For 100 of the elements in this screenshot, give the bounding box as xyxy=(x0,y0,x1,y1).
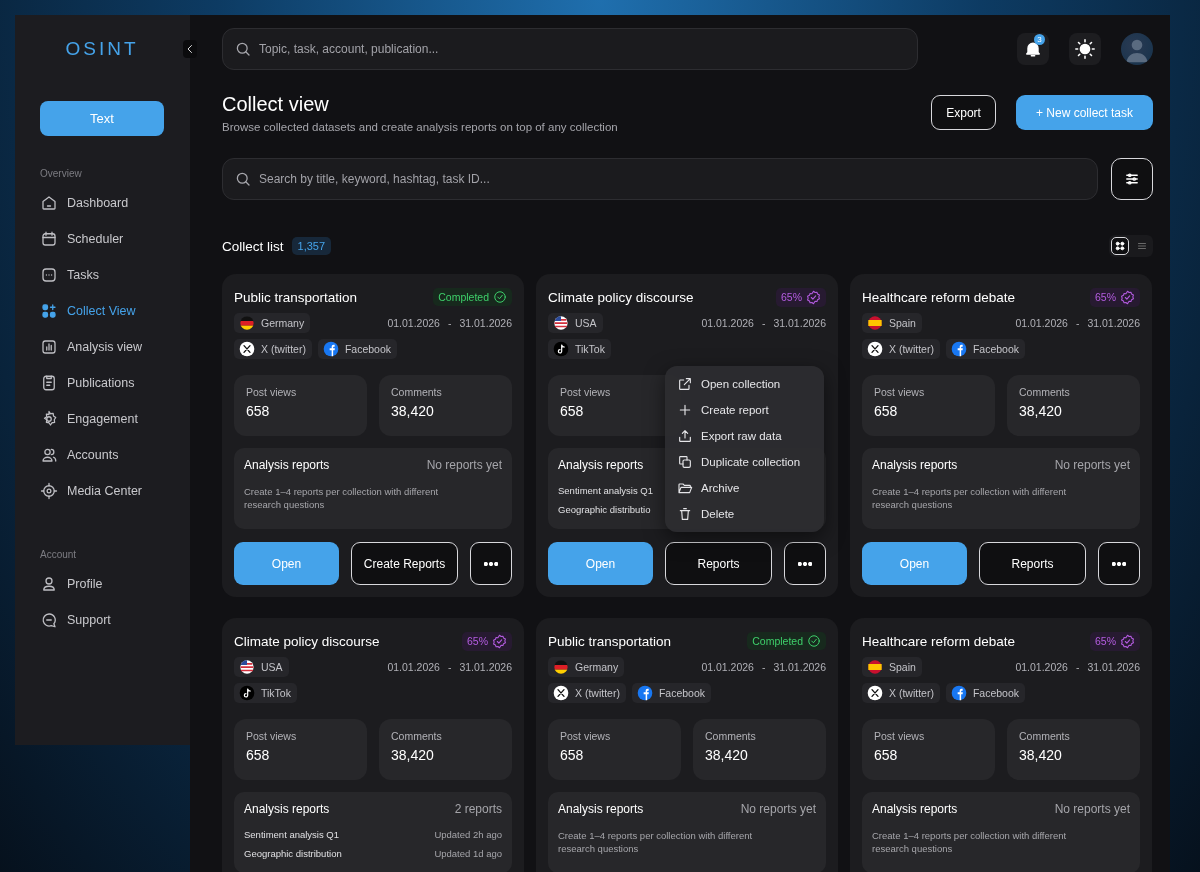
nav-item[interactable]: Scheduler xyxy=(40,229,164,249)
stat-label: Post views xyxy=(560,386,612,398)
platform-chip: TikTok xyxy=(548,339,611,359)
country-chip: Spain xyxy=(862,657,922,677)
copy-icon xyxy=(677,454,693,470)
stat-value: 38,420 xyxy=(391,403,435,419)
platform-chip: X (twitter) xyxy=(862,339,940,359)
country-chip: USA xyxy=(234,657,289,677)
reports-hint: Create 1–4 reports per collection with different research questions xyxy=(872,829,1068,855)
reports-summary: No reports yet xyxy=(426,458,502,472)
flag-icon xyxy=(553,315,569,331)
reports-button[interactable]: Create Reports xyxy=(351,542,458,585)
nav-item[interactable]: Engagement xyxy=(40,409,164,429)
nav-item[interactable]: Dashboard xyxy=(40,193,164,213)
filter-button[interactable] xyxy=(1111,158,1153,200)
chat-icon xyxy=(40,611,58,629)
date-separator: - xyxy=(761,317,766,329)
facebook-logo-icon xyxy=(322,341,339,357)
document-icon xyxy=(40,374,58,392)
flag-icon xyxy=(553,659,569,675)
trash-icon xyxy=(677,506,693,522)
nav-item[interactable]: Collect View xyxy=(40,301,164,321)
status-badge: 65% xyxy=(1090,631,1140,651)
date-separator: - xyxy=(1075,317,1080,329)
report-updated: Updated 1d ago xyxy=(434,848,502,859)
date-text: 01.01.2026 xyxy=(1015,661,1068,673)
reports-title: Analysis reports xyxy=(244,802,330,816)
check-circle-icon xyxy=(807,634,821,648)
theme-toggle[interactable] xyxy=(1069,33,1101,65)
badge-check-icon xyxy=(492,633,507,649)
collapse-button[interactable] xyxy=(183,40,197,58)
reports-summary: No reports yet xyxy=(740,802,816,816)
platform-chip: TikTok xyxy=(234,683,297,703)
stat-label: Post views xyxy=(874,386,926,398)
stat-value: 658 xyxy=(560,747,585,763)
target-icon xyxy=(40,482,58,500)
report-name: Geographic distributio xyxy=(558,504,651,515)
country-chip: Germany xyxy=(234,313,311,333)
count-badge: 1,357 xyxy=(291,237,332,255)
card-title: Public transportation xyxy=(548,633,672,649)
nav-item[interactable]: Support xyxy=(40,610,164,630)
section-title: Collect list xyxy=(222,238,284,254)
nav-item[interactable]: Tasks xyxy=(40,265,164,285)
search-field[interactable]: Topic, task, account, publication... xyxy=(222,28,918,70)
date-text: 01.01.2026 xyxy=(387,661,440,673)
menu-item[interactable]: Archive xyxy=(677,479,812,497)
date-separator: - xyxy=(1075,661,1080,673)
report-name: Sentiment analysis Q1 xyxy=(244,829,340,840)
country-chip: USA xyxy=(548,313,603,333)
date-separator: - xyxy=(447,661,452,673)
section-label: Overview xyxy=(40,168,83,179)
stat-label: Comments xyxy=(1019,730,1071,742)
date-text: 31.01.2026 xyxy=(1087,661,1140,673)
avatar[interactable] xyxy=(1121,33,1153,65)
reports-summary: No reports yet xyxy=(1054,458,1130,472)
stat-value: 658 xyxy=(874,403,899,419)
plus-icon xyxy=(677,402,693,418)
reports-button[interactable]: Reports xyxy=(665,542,772,585)
home-icon xyxy=(40,194,58,212)
date-separator: - xyxy=(447,317,452,329)
nav-item[interactable]: Analysis view xyxy=(40,337,164,357)
export-button[interactable]: Export xyxy=(931,95,996,130)
nav-item[interactable]: Media Center xyxy=(40,481,164,501)
date-text: 01.01.2026 xyxy=(1015,317,1068,329)
reports-title: Analysis reports xyxy=(872,458,958,472)
search-field[interactable]: Search by title, keyword, hashtag, task ID... xyxy=(222,158,1098,200)
sun-icon xyxy=(1074,38,1096,60)
card-title: Public transportation xyxy=(234,289,358,305)
more-icon xyxy=(484,561,498,566)
grid-view-button[interactable] xyxy=(1111,237,1129,255)
country-chip: Germany xyxy=(548,657,625,677)
report-updated: Updated 2h ago xyxy=(434,829,502,840)
stat-label: Comments xyxy=(391,730,443,742)
nav-item[interactable]: Accounts xyxy=(40,445,164,465)
menu-item[interactable]: Open collection xyxy=(677,375,812,393)
menu-item[interactable]: Create report xyxy=(677,401,812,419)
menu-item[interactable]: Delete xyxy=(677,505,812,523)
report-name: Geographic distribution xyxy=(244,848,342,859)
flag-icon xyxy=(867,659,883,675)
more-button[interactable] xyxy=(470,542,512,585)
menu-item[interactable]: Export raw data xyxy=(677,427,812,445)
more-button[interactable] xyxy=(784,542,826,585)
calendar-icon xyxy=(40,230,58,248)
search-icon xyxy=(234,40,252,58)
search-icon xyxy=(234,170,252,188)
more-button[interactable] xyxy=(1098,542,1140,585)
chart-icon xyxy=(40,338,58,356)
reports-summary: No reports yet xyxy=(1054,802,1130,816)
reports-button[interactable]: Reports xyxy=(979,542,1086,585)
app-logo: OSINT xyxy=(65,37,139,61)
nav-item[interactable]: Publications xyxy=(40,373,164,393)
card-title: Climate policy discourse xyxy=(548,289,694,305)
badge-check-icon xyxy=(806,289,821,305)
stat-label: Comments xyxy=(391,386,443,398)
platform-chip: Facebook xyxy=(317,339,398,359)
nav-item[interactable]: Profile xyxy=(40,574,164,594)
date-text: 01.01.2026 xyxy=(701,317,754,329)
date-text: 31.01.2026 xyxy=(459,661,512,673)
menu-item[interactable]: Duplicate collection xyxy=(677,453,812,471)
facebook-logo-icon xyxy=(636,685,653,701)
